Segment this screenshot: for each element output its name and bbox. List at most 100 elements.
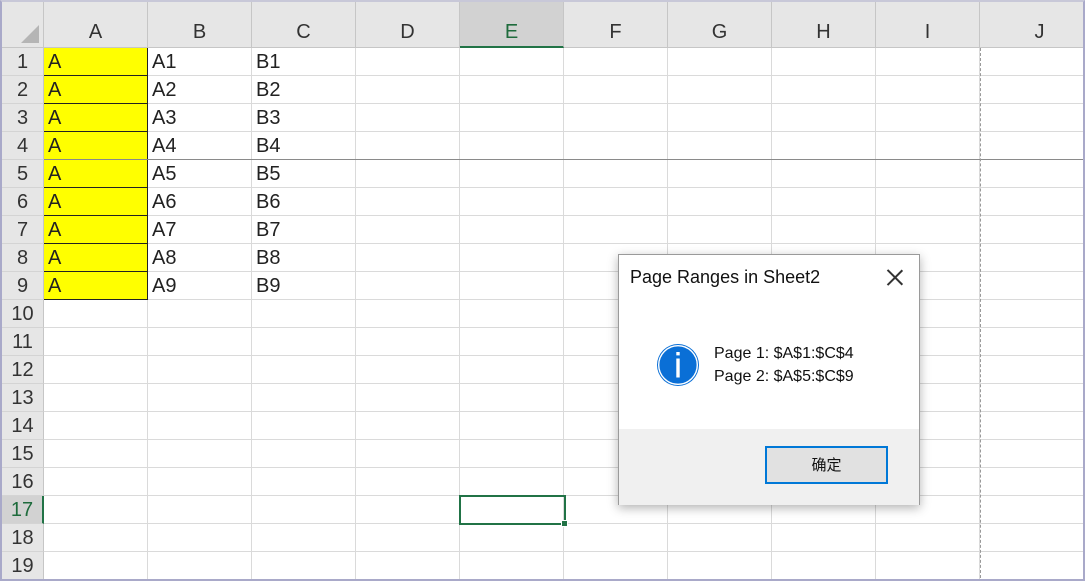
cell-h2[interactable]	[772, 76, 876, 104]
row-header-5[interactable]: 5	[2, 160, 44, 188]
cell-c13[interactable]	[252, 384, 356, 412]
cell-e12[interactable]	[460, 356, 564, 384]
fill-handle[interactable]	[561, 520, 568, 527]
cell-e15[interactable]	[460, 440, 564, 468]
row-header-18[interactable]: 18	[2, 524, 44, 552]
cell-j5[interactable]	[980, 160, 1083, 188]
cell-d8[interactable]	[356, 244, 460, 272]
cell-i18[interactable]	[876, 524, 980, 552]
cell-c3[interactable]: B3	[252, 104, 356, 132]
row-header-12[interactable]: 12	[2, 356, 44, 384]
cell-a17[interactable]	[44, 496, 148, 524]
cell-d14[interactable]	[356, 412, 460, 440]
cell-d9[interactable]	[356, 272, 460, 300]
cell-i1[interactable]	[876, 48, 980, 76]
cell-d4[interactable]	[356, 132, 460, 160]
cell-h4[interactable]	[772, 132, 876, 160]
cell-f18[interactable]	[564, 524, 668, 552]
cell-j7[interactable]	[980, 216, 1083, 244]
cell-b3[interactable]: A3	[148, 104, 252, 132]
cell-b13[interactable]	[148, 384, 252, 412]
cell-e2[interactable]	[460, 76, 564, 104]
cell-b9[interactable]: A9	[148, 272, 252, 300]
cell-e8[interactable]	[460, 244, 564, 272]
cell-d2[interactable]	[356, 76, 460, 104]
cell-d12[interactable]	[356, 356, 460, 384]
cell-j2[interactable]	[980, 76, 1083, 104]
cell-c15[interactable]	[252, 440, 356, 468]
cell-b7[interactable]: A7	[148, 216, 252, 244]
cell-c8[interactable]: B8	[252, 244, 356, 272]
cell-a1[interactable]: A	[44, 48, 148, 76]
cell-d6[interactable]	[356, 188, 460, 216]
cell-b17[interactable]	[148, 496, 252, 524]
row-header-11[interactable]: 11	[2, 328, 44, 356]
cell-i19[interactable]	[876, 552, 980, 579]
cell-d15[interactable]	[356, 440, 460, 468]
cell-i6[interactable]	[876, 188, 980, 216]
cell-b16[interactable]	[148, 468, 252, 496]
cell-b19[interactable]	[148, 552, 252, 579]
cell-b10[interactable]	[148, 300, 252, 328]
cell-i3[interactable]	[876, 104, 980, 132]
cell-i7[interactable]	[876, 216, 980, 244]
cell-d10[interactable]	[356, 300, 460, 328]
cell-e3[interactable]	[460, 104, 564, 132]
cell-e7[interactable]	[460, 216, 564, 244]
column-header-i[interactable]: I	[876, 2, 980, 48]
cell-j17[interactable]	[980, 496, 1083, 524]
cell-j9[interactable]	[980, 272, 1083, 300]
column-header-h[interactable]: H	[772, 2, 876, 48]
cell-a9[interactable]: A	[44, 272, 148, 300]
cell-j19[interactable]	[980, 552, 1083, 579]
cell-d19[interactable]	[356, 552, 460, 579]
row-header-15[interactable]: 15	[2, 440, 44, 468]
cell-g19[interactable]	[668, 552, 772, 579]
cell-c19[interactable]	[252, 552, 356, 579]
column-header-e[interactable]: E	[460, 2, 564, 48]
cell-j1[interactable]	[980, 48, 1083, 76]
cell-f6[interactable]	[564, 188, 668, 216]
active-cell-selection[interactable]	[459, 495, 566, 525]
row-header-6[interactable]: 6	[2, 188, 44, 216]
cell-c16[interactable]	[252, 468, 356, 496]
cell-b15[interactable]	[148, 440, 252, 468]
cell-e18[interactable]	[460, 524, 564, 552]
cell-i4[interactable]	[876, 132, 980, 160]
cell-b2[interactable]: A2	[148, 76, 252, 104]
cell-a7[interactable]: A	[44, 216, 148, 244]
column-header-a[interactable]: A	[44, 2, 148, 48]
cell-e14[interactable]	[460, 412, 564, 440]
cell-j15[interactable]	[980, 440, 1083, 468]
cell-f7[interactable]	[564, 216, 668, 244]
cell-a8[interactable]: A	[44, 244, 148, 272]
row-header-17[interactable]: 17	[2, 496, 44, 524]
cell-c12[interactable]	[252, 356, 356, 384]
cell-d5[interactable]	[356, 160, 460, 188]
cell-d11[interactable]	[356, 328, 460, 356]
cell-e11[interactable]	[460, 328, 564, 356]
cell-j11[interactable]	[980, 328, 1083, 356]
cell-e1[interactable]	[460, 48, 564, 76]
row-header-14[interactable]: 14	[2, 412, 44, 440]
cell-a18[interactable]	[44, 524, 148, 552]
cell-b11[interactable]	[148, 328, 252, 356]
cell-b14[interactable]	[148, 412, 252, 440]
cell-f5[interactable]	[564, 160, 668, 188]
cell-c5[interactable]: B5	[252, 160, 356, 188]
cell-e13[interactable]	[460, 384, 564, 412]
cell-c14[interactable]	[252, 412, 356, 440]
cell-b4[interactable]: A4	[148, 132, 252, 160]
cell-a12[interactable]	[44, 356, 148, 384]
cell-c1[interactable]: B1	[252, 48, 356, 76]
cell-j10[interactable]	[980, 300, 1083, 328]
cell-c10[interactable]	[252, 300, 356, 328]
cell-e9[interactable]	[460, 272, 564, 300]
cell-d1[interactable]	[356, 48, 460, 76]
cell-c18[interactable]	[252, 524, 356, 552]
cell-j3[interactable]	[980, 104, 1083, 132]
row-header-4[interactable]: 4	[2, 132, 44, 160]
cell-g1[interactable]	[668, 48, 772, 76]
cell-h7[interactable]	[772, 216, 876, 244]
cell-b8[interactable]: A8	[148, 244, 252, 272]
